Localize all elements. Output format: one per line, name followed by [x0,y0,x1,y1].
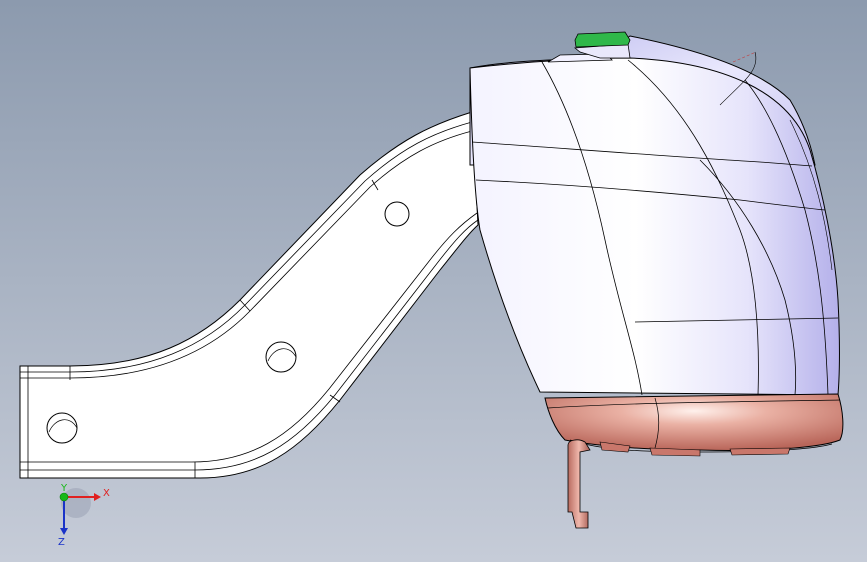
z-axis-label: Z [58,537,65,548]
3d-viewport[interactable]: X Y Z [0,0,867,562]
bracket-hole-1 [46,412,78,444]
cad-scene[interactable]: X Y Z [0,0,867,562]
x-axis-label: X [103,488,110,499]
bracket-hole-3 [384,201,410,227]
green-tab[interactable] [574,31,631,48]
bracket-hole-2 [265,341,297,373]
base-foot-3 [729,447,791,456]
y-axis-label: Y [60,483,68,494]
housing-body [469,57,840,396]
y-axis-dot [59,492,69,502]
